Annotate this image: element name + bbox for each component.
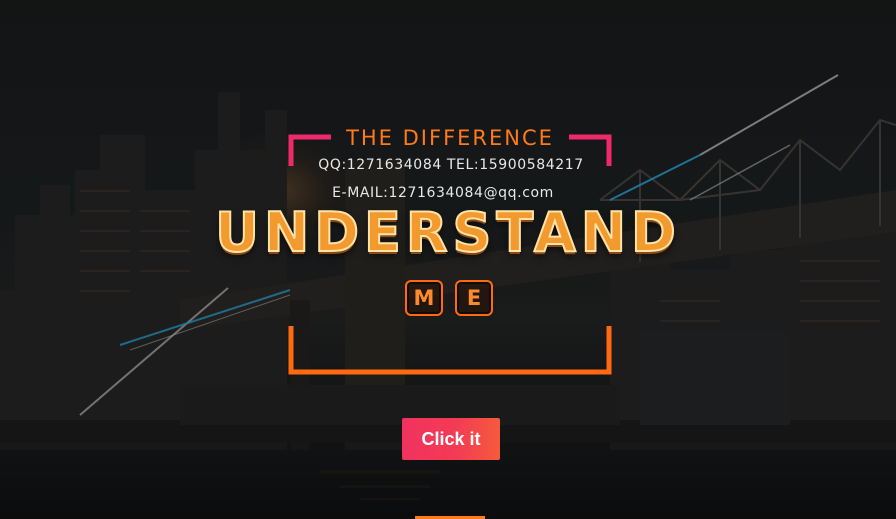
contact-phone: QQ:1271634084 TEL:15900584217 bbox=[318, 157, 584, 173]
headline: UNDERSTAND bbox=[214, 200, 681, 265]
click-it-button[interactable]: Click it bbox=[402, 418, 500, 460]
bottom-bracket bbox=[288, 326, 612, 375]
eyebrow-title: THE DIFFERENCE bbox=[346, 126, 554, 150]
letter-tile-m: M bbox=[405, 280, 443, 316]
letter-tile-e: E bbox=[455, 280, 493, 316]
